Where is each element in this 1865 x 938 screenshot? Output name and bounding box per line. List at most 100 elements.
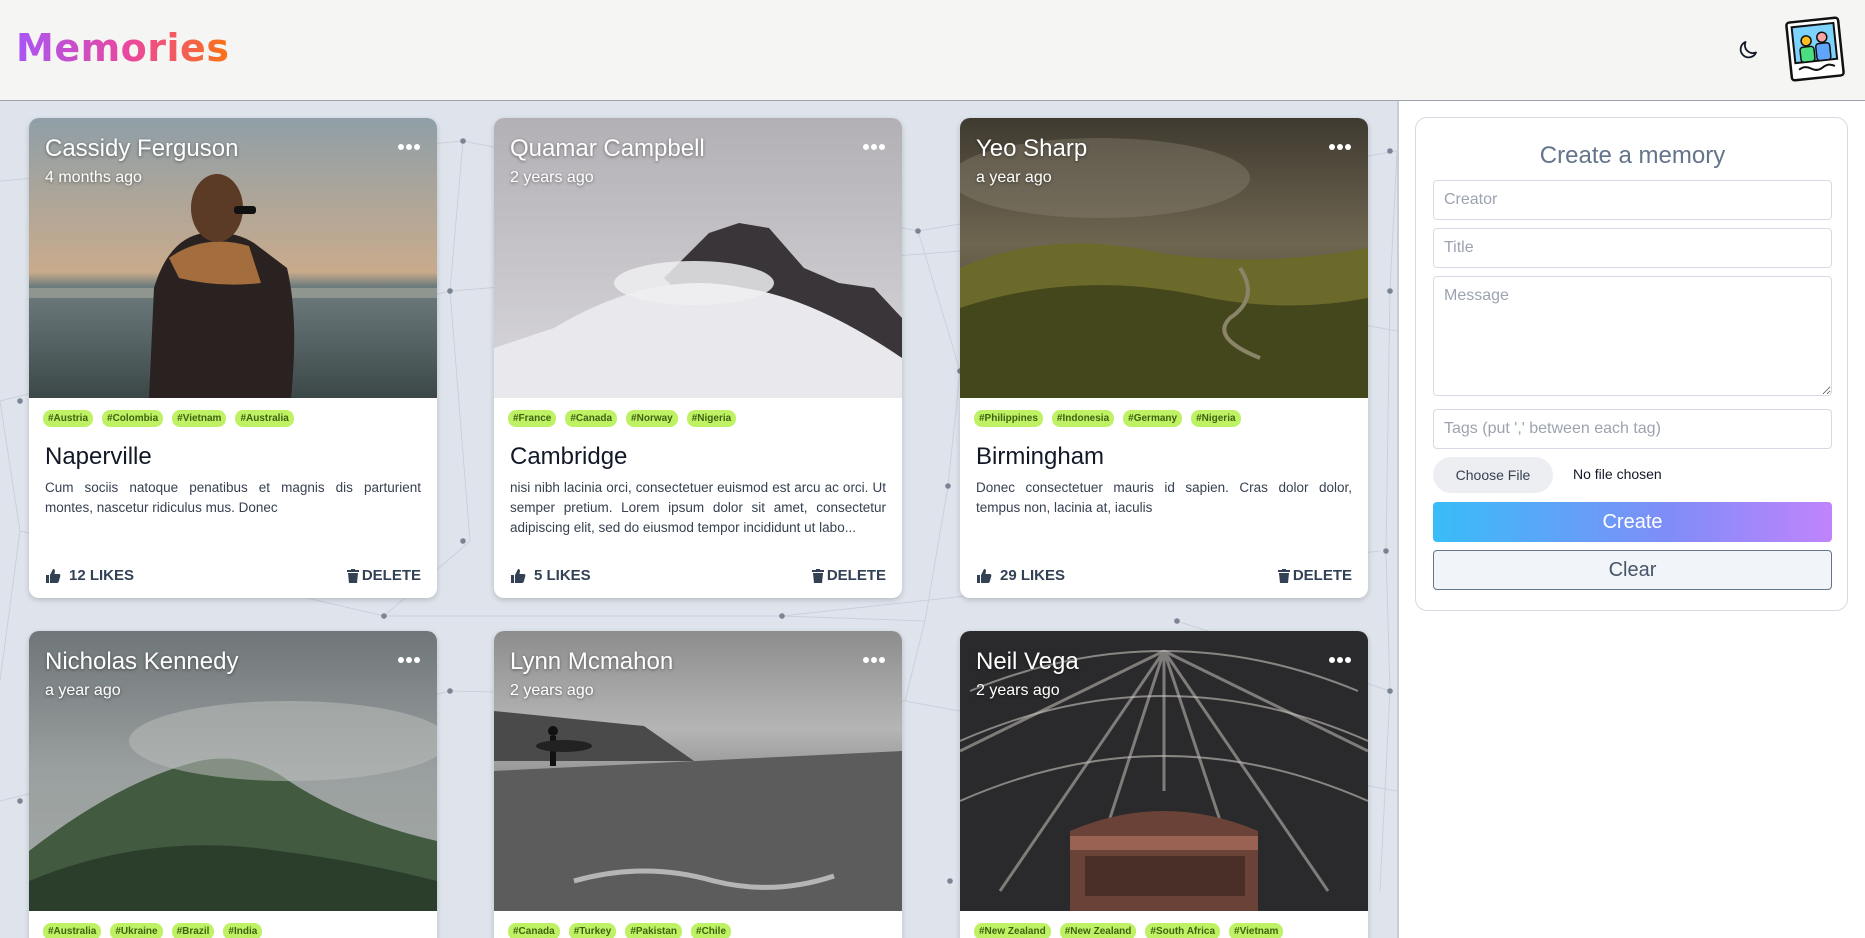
tag[interactable]: #Colombia bbox=[102, 410, 164, 427]
choose-file-button[interactable]: Choose File bbox=[1433, 457, 1553, 493]
tag[interactable]: #Germany bbox=[1123, 410, 1183, 427]
more-options-icon[interactable] bbox=[397, 653, 421, 667]
trash-icon bbox=[346, 568, 359, 583]
tag[interactable]: #Nigeria bbox=[686, 410, 737, 427]
memory-message: Cum sociis natoque penatibus et magnis d… bbox=[45, 480, 421, 515]
tag[interactable]: #Turkey bbox=[568, 923, 617, 938]
creator-input[interactable] bbox=[1433, 180, 1832, 220]
memories-feed[interactable]: Cassidy Ferguson 4 months ago #Austria #… bbox=[0, 101, 1397, 938]
tag-list: #New Zealand #New Zealand #South Africa … bbox=[974, 923, 1284, 938]
like-count: 5 LIKES bbox=[534, 567, 591, 584]
file-status: No file chosen bbox=[1573, 466, 1662, 482]
memory-card[interactable]: Yeo Sharp a year ago #Philippines #Indon… bbox=[960, 118, 1368, 598]
avatar[interactable] bbox=[1783, 14, 1847, 84]
tag[interactable]: #Australia bbox=[43, 923, 102, 938]
memory-title: Naperville bbox=[45, 443, 152, 470]
tag[interactable]: #Brazil bbox=[171, 923, 215, 938]
memory-photo: Yeo Sharp a year ago bbox=[960, 118, 1368, 398]
create-button[interactable]: Create bbox=[1433, 502, 1832, 542]
creator-name: Neil Vega bbox=[976, 648, 1079, 675]
like-button[interactable]: 5 LIKES bbox=[510, 567, 591, 584]
creator-name: Nicholas Kennedy bbox=[45, 648, 239, 675]
clear-button[interactable]: Clear bbox=[1433, 550, 1832, 590]
post-time: a year ago bbox=[976, 169, 1052, 186]
delete-button[interactable]: DELETE bbox=[811, 567, 886, 584]
delete-button[interactable]: DELETE bbox=[1277, 567, 1352, 584]
creator-name: Cassidy Ferguson bbox=[45, 135, 239, 162]
creator-name: Yeo Sharp bbox=[976, 135, 1088, 162]
post-time: a year ago bbox=[45, 682, 121, 699]
memory-card[interactable]: Quamar Campbell 2 years ago #France #Can… bbox=[494, 118, 902, 598]
tag[interactable]: #Canada bbox=[508, 923, 560, 938]
tag[interactable]: #New Zealand bbox=[1059, 923, 1137, 938]
more-options-icon[interactable] bbox=[862, 653, 886, 667]
delete-label: DELETE bbox=[1292, 567, 1352, 584]
app-header: Memories bbox=[0, 0, 1865, 101]
tags-input[interactable] bbox=[1433, 409, 1832, 449]
memory-message: nisi nibh lacinia orci, consectetuer eui… bbox=[510, 480, 886, 535]
more-options-icon[interactable] bbox=[1328, 653, 1352, 667]
create-memory-form: Create a memory Choose File No file chos… bbox=[1415, 117, 1848, 611]
moon-icon[interactable] bbox=[1736, 38, 1760, 62]
tag[interactable]: #New Zealand bbox=[974, 923, 1051, 938]
tag-list: #Austria #Colombia #Vietnam #Australia bbox=[43, 410, 294, 427]
post-time: 2 years ago bbox=[976, 682, 1060, 699]
panel-divider bbox=[1397, 101, 1399, 938]
thumbs-up-icon bbox=[977, 568, 992, 583]
form-heading: Create a memory bbox=[1539, 142, 1726, 169]
delete-button[interactable]: DELETE bbox=[346, 567, 421, 584]
tag[interactable]: #Chile bbox=[691, 923, 732, 938]
creator-name: Lynn Mcmahon bbox=[510, 648, 674, 675]
tag[interactable]: #South Africa bbox=[1145, 923, 1221, 938]
memory-title: Cambridge bbox=[510, 443, 628, 470]
message-textarea[interactable] bbox=[1433, 276, 1832, 396]
tag[interactable]: #Nigeria bbox=[1191, 410, 1241, 427]
tag[interactable]: #Canada bbox=[565, 410, 618, 427]
memory-title: Birmingham bbox=[976, 443, 1105, 470]
creator-name: Quamar Campbell bbox=[510, 135, 705, 162]
more-options-icon[interactable] bbox=[862, 140, 886, 154]
app-logo[interactable]: Memories bbox=[16, 26, 229, 70]
like-button[interactable]: 12 LIKES bbox=[45, 567, 134, 584]
tag[interactable]: #France bbox=[508, 410, 557, 427]
tag-list: #Canada #Turkey #Pakistan #Chile bbox=[508, 923, 732, 938]
tag[interactable]: #Austria bbox=[43, 410, 94, 427]
tag[interactable]: #Vietnam bbox=[1229, 923, 1284, 938]
like-button[interactable]: 29 LIKES bbox=[976, 567, 1065, 584]
memory-card[interactable]: Nicholas Kennedy a year ago #Australia #… bbox=[29, 631, 437, 938]
tag[interactable]: #Pakistan bbox=[625, 923, 683, 938]
trash-icon bbox=[811, 568, 824, 583]
tag[interactable]: #Ukraine bbox=[110, 923, 163, 938]
delete-label: DELETE bbox=[826, 567, 886, 584]
memory-photo: Nicholas Kennedy a year ago bbox=[29, 631, 437, 911]
tag[interactable]: #India bbox=[223, 923, 263, 938]
memory-photo: Cassidy Ferguson 4 months ago bbox=[29, 118, 437, 398]
like-count: 29 LIKES bbox=[1000, 567, 1066, 584]
post-time: 2 years ago bbox=[510, 682, 594, 699]
tag-list: #France #Canada #Norway #Nigeria bbox=[508, 410, 737, 427]
post-time: 2 years ago bbox=[510, 169, 594, 186]
delete-label: DELETE bbox=[361, 567, 421, 584]
more-options-icon[interactable] bbox=[397, 140, 421, 154]
memory-message: Donec consectetuer mauris id sapien. Cra… bbox=[976, 480, 1352, 515]
post-time: 4 months ago bbox=[45, 169, 142, 186]
tag[interactable]: #Vietnam bbox=[172, 410, 227, 427]
tag[interactable]: #Norway bbox=[626, 410, 678, 427]
tag[interactable]: #Philippines bbox=[974, 410, 1043, 427]
title-input[interactable] bbox=[1433, 228, 1832, 268]
tag[interactable]: #Australia bbox=[235, 410, 294, 427]
memory-photo: Quamar Campbell 2 years ago bbox=[494, 118, 902, 398]
like-count: 12 LIKES bbox=[69, 567, 135, 584]
memory-card[interactable]: Lynn Mcmahon 2 years ago #Canada #Turkey… bbox=[494, 631, 902, 938]
tag-list: #Philippines #Indonesia #Germany #Nigeri… bbox=[974, 410, 1241, 427]
memory-photo: Neil Vega 2 years ago bbox=[960, 631, 1368, 911]
tag[interactable]: #Indonesia bbox=[1051, 410, 1115, 427]
memory-card[interactable]: Neil Vega 2 years ago #New Zealand #New … bbox=[960, 631, 1368, 938]
memory-photo: Lynn Mcmahon 2 years ago bbox=[494, 631, 902, 911]
thumbs-up-icon bbox=[46, 568, 61, 583]
memory-card[interactable]: Cassidy Ferguson 4 months ago #Austria #… bbox=[29, 118, 437, 598]
thumbs-up-icon bbox=[511, 568, 526, 583]
trash-icon bbox=[1277, 568, 1290, 583]
tag-list: #Australia #Ukraine #Brazil #India bbox=[43, 923, 263, 938]
more-options-icon[interactable] bbox=[1328, 140, 1352, 154]
